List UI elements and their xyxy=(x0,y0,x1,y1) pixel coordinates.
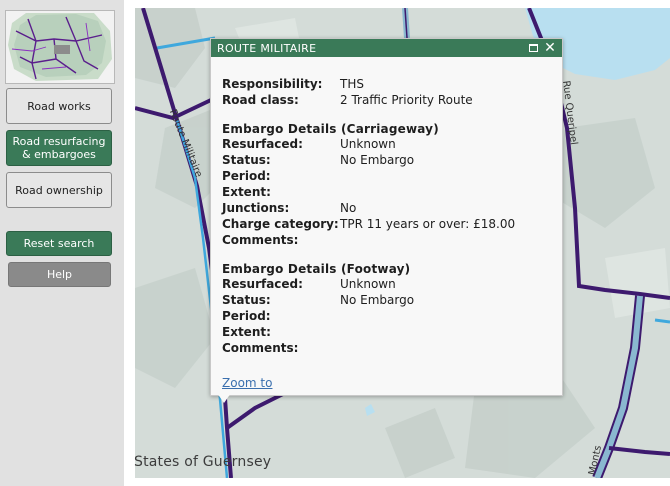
field-value: 2 Traffic Priority Route xyxy=(340,93,473,107)
popup-title: ROUTE MILITAIRE xyxy=(217,42,317,55)
zoom-to-link[interactable]: Zoom to xyxy=(222,376,272,390)
info-popup: ROUTE MILITAIRE ✕ Responsibility: THS Ro… xyxy=(210,38,563,396)
field-label: Period: xyxy=(222,169,271,183)
overview-map[interactable] xyxy=(5,10,115,84)
close-icon[interactable]: ✕ xyxy=(543,40,557,56)
road-ownership-label: Road ownership xyxy=(15,183,103,197)
popup-header: ROUTE MILITAIRE ✕ xyxy=(211,39,562,57)
reset-search-button[interactable]: Reset search xyxy=(6,231,112,256)
panel-divider xyxy=(124,0,135,486)
footway-section-title: Embargo Details (Footway) xyxy=(222,262,411,276)
field-label: Comments: xyxy=(222,341,299,355)
field-label: Resurfaced: xyxy=(222,277,303,291)
road-resurfacing-label: Road resurfacing & embargoes xyxy=(12,135,106,161)
road-ownership-button[interactable]: Road ownership xyxy=(6,172,112,208)
field-label: Period: xyxy=(222,309,271,323)
road-resurfacing-button[interactable]: Road resurfacing & embargoes xyxy=(6,130,112,166)
road-works-label: Road works xyxy=(27,99,91,113)
field-label: Comments: xyxy=(222,233,299,247)
popup-pointer xyxy=(217,393,231,403)
field-label: Charge category: xyxy=(222,217,339,231)
reset-search-label: Reset search xyxy=(23,237,95,250)
field-value: No Embargo xyxy=(340,293,415,307)
field-value: THS xyxy=(340,77,364,91)
field-label: Extent: xyxy=(222,325,271,339)
field-value: Unknown xyxy=(340,277,396,291)
carriageway-section-title: Embargo Details (Carriageway) xyxy=(222,122,439,136)
help-label: Help xyxy=(46,268,73,281)
field-label: Junctions: xyxy=(222,201,290,215)
sidebar: Road works Road resurfacing & embargoes … xyxy=(0,0,124,486)
field-label: Road class: xyxy=(222,93,299,107)
field-label: Status: xyxy=(222,293,271,307)
field-value: No xyxy=(340,201,357,215)
field-value: No Embargo xyxy=(340,153,415,167)
field-label: Extent: xyxy=(222,185,271,199)
overview-map-graphic xyxy=(6,11,114,83)
field-label: Resurfaced: xyxy=(222,137,303,151)
maximize-icon[interactable] xyxy=(526,40,540,56)
field-value: Unknown xyxy=(340,137,396,151)
help-button[interactable]: Help xyxy=(8,262,111,287)
field-label: Status: xyxy=(222,153,271,167)
map-attribution: States of Guernsey xyxy=(134,454,272,470)
field-label: Responsibility: xyxy=(222,77,323,91)
road-works-button[interactable]: Road works xyxy=(6,88,112,124)
field-value: TPR 11 years or over: £18.00 xyxy=(340,217,516,231)
